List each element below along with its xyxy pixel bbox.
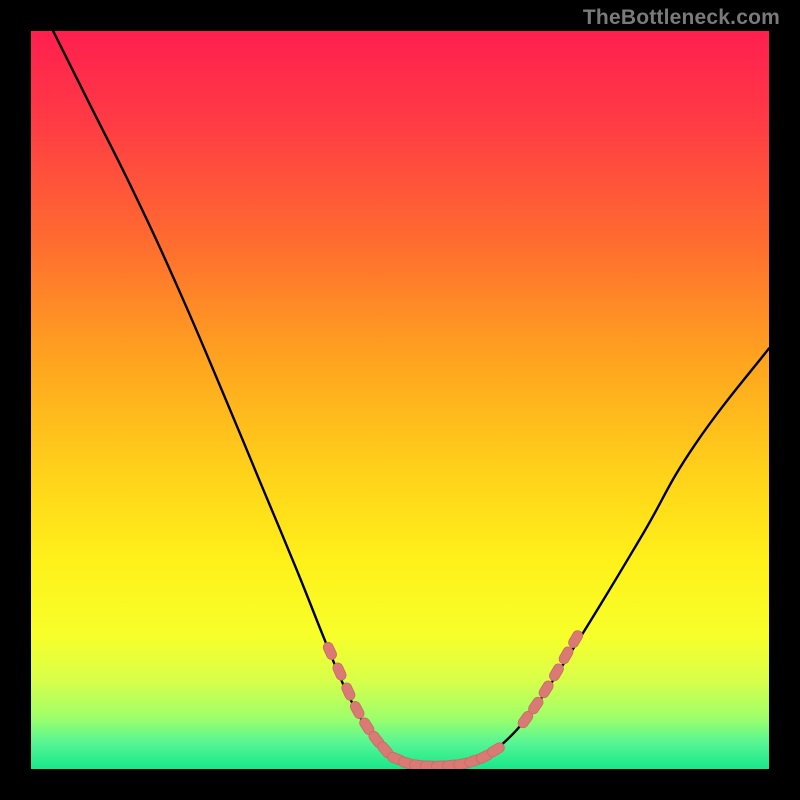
chart-stage: TheBottleneck.com (0, 0, 800, 800)
curve-layer (31, 31, 769, 769)
markers-left-cluster (322, 641, 395, 760)
curve-marker (322, 641, 339, 662)
bottleneck-curve (53, 31, 769, 766)
plot-area (31, 31, 769, 769)
markers-bottom-cluster (386, 741, 506, 769)
watermark-text: TheBottleneck.com (583, 6, 780, 30)
curve-marker (567, 629, 585, 650)
markers-right-cluster (516, 629, 584, 730)
